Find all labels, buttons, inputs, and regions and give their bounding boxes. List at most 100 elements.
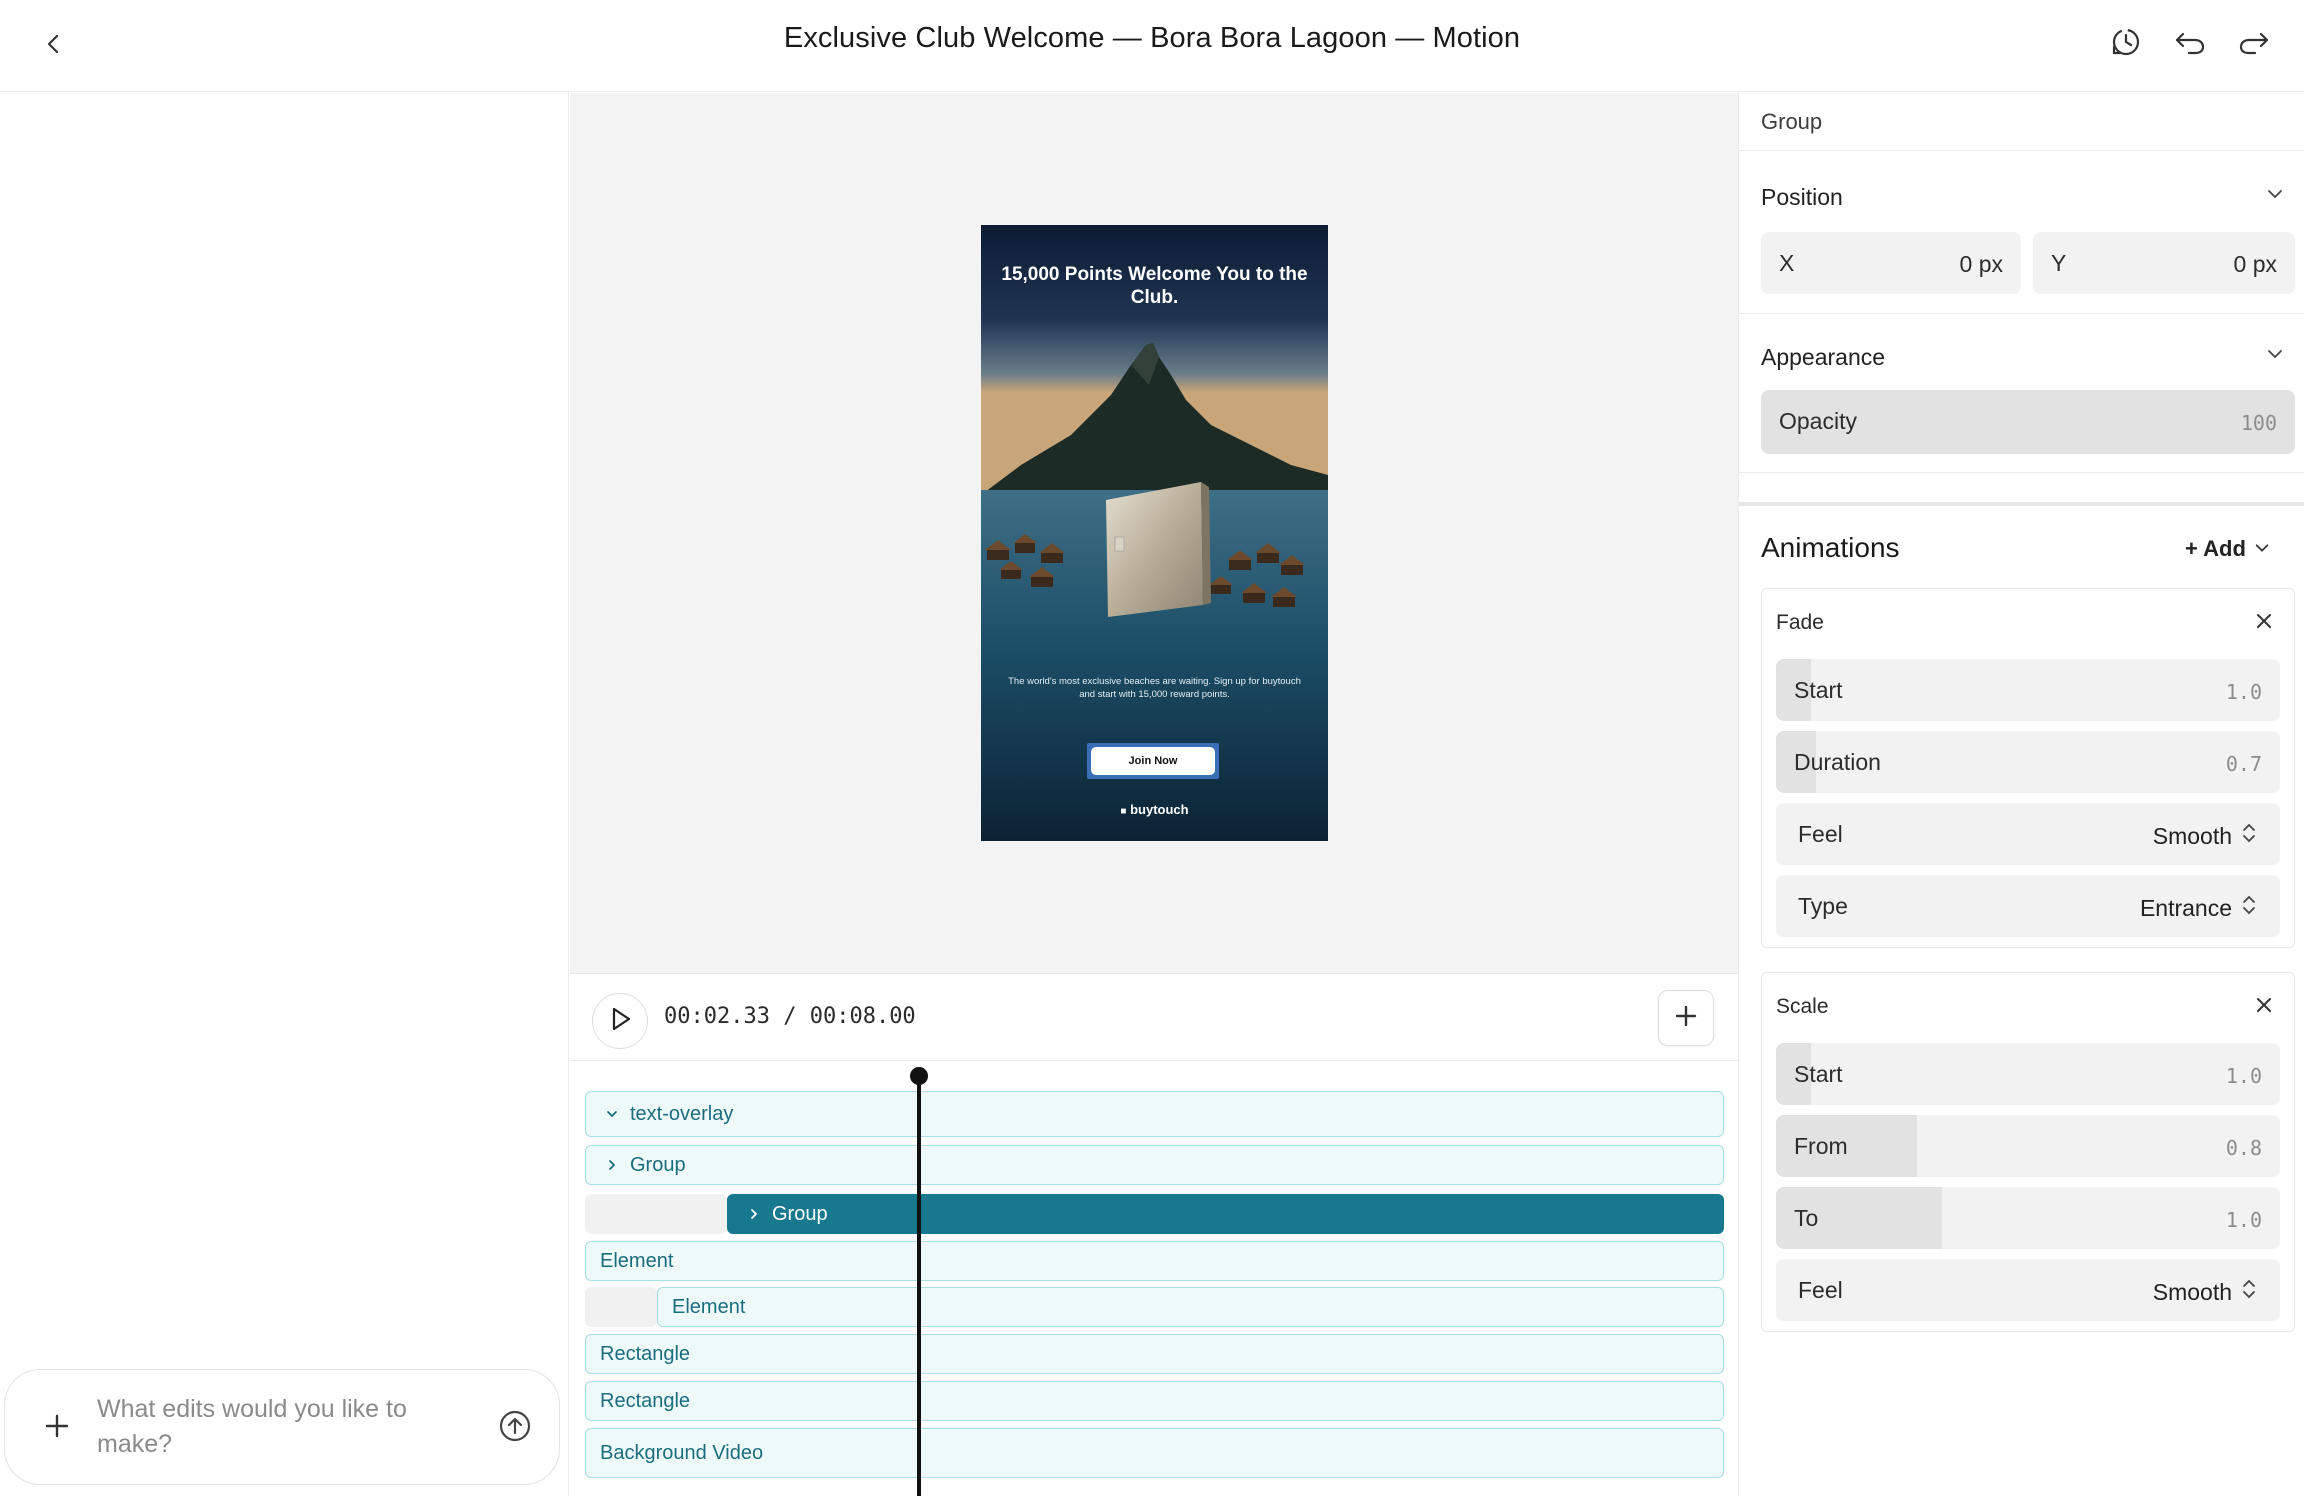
opacity-slider[interactable]: Opacity 100: [1761, 390, 2295, 454]
x-value: 0 px: [1959, 251, 2003, 277]
scale-animation-card: Scale Start 1.0 From 0.8 To 1.0 Feel Smo…: [1761, 972, 2295, 1332]
track-label: Element: [672, 1295, 746, 1318]
start-value: 1.0: [2225, 680, 2262, 704]
undo-icon: [2173, 25, 2207, 64]
chevron-up-down-icon: [2242, 1278, 2256, 1306]
from-label: From: [1794, 1133, 1848, 1159]
position-y-field[interactable]: Y 0 px: [2033, 232, 2295, 294]
fade-feel-select[interactable]: Feel Smooth: [1776, 803, 2280, 865]
send-button[interactable]: [495, 1408, 535, 1448]
track-background-video[interactable]: Background Video: [585, 1428, 1724, 1478]
track-rectangle[interactable]: Rectangle: [585, 1334, 1724, 1374]
track-element[interactable]: Element: [657, 1287, 1724, 1327]
add-layer-button[interactable]: [1658, 990, 1714, 1046]
time-separator: /: [769, 1004, 810, 1029]
attach-button[interactable]: [37, 1408, 77, 1448]
arrow-up-circle-icon: [498, 1409, 532, 1448]
redo-button[interactable]: [2232, 22, 2276, 66]
fade-duration-slider[interactable]: Duration 0.7: [1776, 731, 2280, 793]
brand-name: buytouch: [1130, 802, 1189, 817]
track-label: text-overlay: [630, 1102, 734, 1125]
appearance-collapse-toggle[interactable]: [2261, 342, 2289, 370]
chevron-down-icon: [2266, 345, 2284, 368]
appearance-heading: Appearance: [1761, 344, 1886, 370]
ad-preview[interactable]: 15,000 Points Welcome You to the Club. T…: [981, 225, 1328, 841]
position-collapse-toggle[interactable]: [2261, 182, 2289, 210]
current-time: 00:02.33: [664, 1004, 770, 1029]
track-rectangle[interactable]: Rectangle: [585, 1381, 1724, 1421]
feel-select-value: Smooth: [2153, 1278, 2256, 1306]
scale-title: Scale: [1776, 995, 1829, 1018]
x-label: X: [1779, 250, 1795, 276]
fade-start-slider[interactable]: Start 1.0: [1776, 659, 2280, 721]
fade-animation-card: Fade Start 1.0 Duration 0.7 Feel Smooth …: [1761, 588, 2295, 948]
feel-value: Smooth: [2152, 1278, 2232, 1305]
section-divider: [1739, 502, 2304, 506]
fade-title: Fade: [1776, 611, 1824, 634]
duration-label: Duration: [1794, 749, 1881, 775]
track-label: Rectangle: [600, 1389, 691, 1412]
total-time: 00:08.00: [809, 1004, 916, 1029]
animations-heading: Animations: [1761, 532, 1900, 563]
history-button[interactable]: [2104, 22, 2148, 66]
play-button[interactable]: [592, 993, 648, 1049]
top-bar: Exclusive Club Welcome — Bora Bora Lagoo…: [0, 0, 2304, 92]
track-group[interactable]: Group: [585, 1145, 1724, 1185]
scale-start-slider[interactable]: Start 1.0: [1776, 1043, 2280, 1105]
join-now-button[interactable]: Join Now: [1087, 743, 1219, 779]
fade-type-select[interactable]: Type Entrance: [1776, 875, 2280, 937]
to-value: 1.0: [2225, 1208, 2262, 1232]
remove-scale-button[interactable]: [2248, 991, 2280, 1023]
brand-logo-text: ■ buytouch: [981, 802, 1328, 817]
track-offset-gap: [585, 1194, 727, 1234]
add-animation-button[interactable]: + Add: [2185, 536, 2270, 562]
track-text-overlay[interactable]: text-overlay: [585, 1091, 1724, 1137]
divider: [1739, 313, 2304, 314]
feel-value: Smooth: [2152, 822, 2232, 849]
chevron-up-down-icon: [2242, 894, 2256, 922]
track-group-selected[interactable]: Group: [727, 1194, 1724, 1234]
brand-mark-icon: ■: [1120, 806, 1127, 817]
position-x-field[interactable]: X 0 px: [1761, 232, 2021, 294]
track-label: Group: [772, 1202, 828, 1225]
feel-select-value: Smooth: [2153, 822, 2256, 850]
track-label: Group: [630, 1153, 686, 1176]
chevron-right-icon[interactable]: [740, 1207, 768, 1221]
inspector-panel: Group Position X 0 px Y 0 px Appearance …: [1738, 92, 2304, 1496]
chevron-down-icon[interactable]: [598, 1107, 626, 1121]
scale-from-slider[interactable]: From 0.8: [1776, 1115, 2280, 1177]
divider: [1739, 472, 2304, 473]
chevron-down-icon: [2254, 536, 2270, 562]
feel-label: Feel: [1798, 821, 1843, 847]
playhead-handle[interactable]: [910, 1067, 928, 1085]
history-icon: [2109, 25, 2143, 64]
scale-feel-select[interactable]: Feel Smooth: [1776, 1259, 2280, 1321]
chat-input[interactable]: [97, 1392, 437, 1468]
track-label: Element: [600, 1249, 674, 1272]
undo-button[interactable]: [2168, 22, 2212, 66]
redo-icon: [2237, 25, 2271, 64]
join-now-label: Join Now: [1091, 747, 1215, 775]
from-value: 0.8: [2225, 1136, 2262, 1160]
remove-fade-button[interactable]: [2248, 607, 2280, 639]
add-animation-label: + Add: [2185, 536, 2246, 561]
playback-bar: 00:02.33 / 00:08.00: [570, 973, 1738, 1061]
plus-icon: [44, 1413, 70, 1444]
divider: [1739, 150, 2304, 151]
position-heading: Position: [1761, 184, 1843, 210]
chevron-right-icon[interactable]: [598, 1158, 626, 1172]
close-icon: [2255, 996, 2273, 1019]
play-icon: [608, 1006, 632, 1037]
chevron-down-icon: [2266, 185, 2284, 208]
start-value: 1.0: [2225, 1064, 2262, 1088]
track-label: Rectangle: [600, 1342, 691, 1365]
feel-label: Feel: [1798, 1277, 1843, 1303]
duration-value: 0.7: [2225, 752, 2262, 776]
close-icon: [2255, 612, 2273, 635]
chat-input-box: [4, 1369, 560, 1485]
playhead[interactable]: [917, 1076, 921, 1496]
opacity-label: Opacity: [1779, 408, 1857, 434]
track-element[interactable]: Element: [585, 1241, 1724, 1281]
scale-to-slider[interactable]: To 1.0: [1776, 1187, 2280, 1249]
start-label: Start: [1794, 1061, 1843, 1087]
